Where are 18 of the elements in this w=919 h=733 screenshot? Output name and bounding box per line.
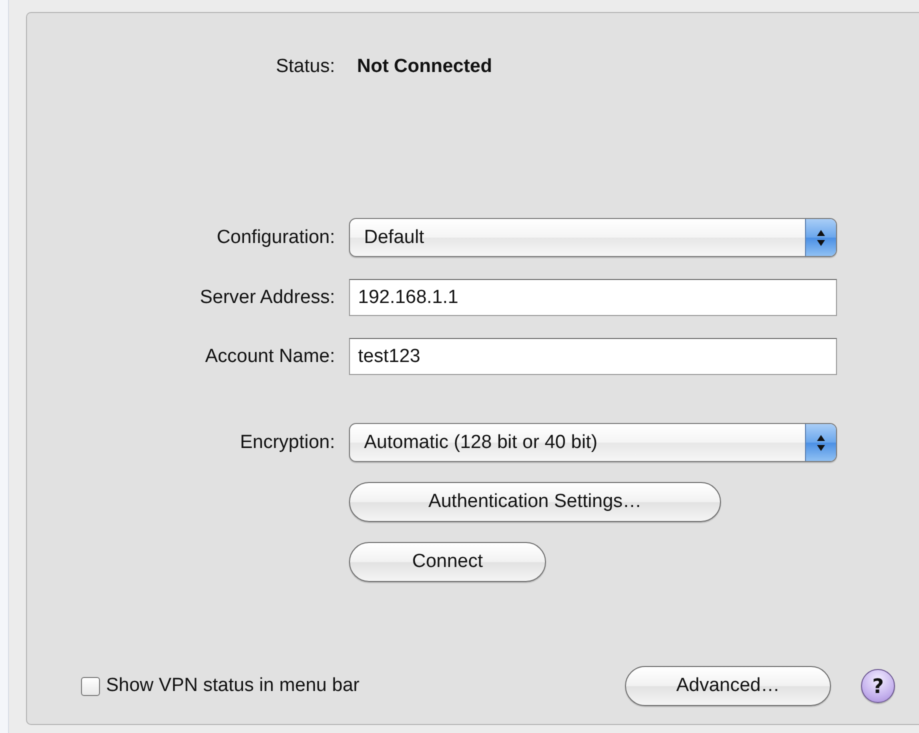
checkbox-label: Show VPN status in menu bar xyxy=(106,675,360,697)
connect-button[interactable]: Connect xyxy=(349,542,546,582)
text-field[interactable]: 192.168.1.1 xyxy=(349,279,837,316)
text-field[interactable]: test123 xyxy=(349,338,837,375)
field-label: Encryption: xyxy=(238,432,335,454)
help-button[interactable]: ? xyxy=(861,669,895,703)
checkbox[interactable] xyxy=(81,676,100,696)
field-label: Server Address: xyxy=(198,286,335,308)
popup-menu[interactable]: Default xyxy=(349,218,837,257)
field-label: Account Name: xyxy=(204,346,335,368)
stepper-arrows-icon xyxy=(816,434,826,452)
field-label: Configuration: xyxy=(216,226,335,248)
popup-menu[interactable]: Automatic (128 bit or 40 bit) xyxy=(349,423,837,462)
advanced-button[interactable]: Advanced… xyxy=(625,666,831,706)
settings-button[interactable]: Authentication Settings… xyxy=(349,482,721,522)
status-value: Not Connected xyxy=(357,56,494,78)
status-label: Status: xyxy=(274,56,335,78)
stepper-arrows-icon xyxy=(816,228,826,246)
